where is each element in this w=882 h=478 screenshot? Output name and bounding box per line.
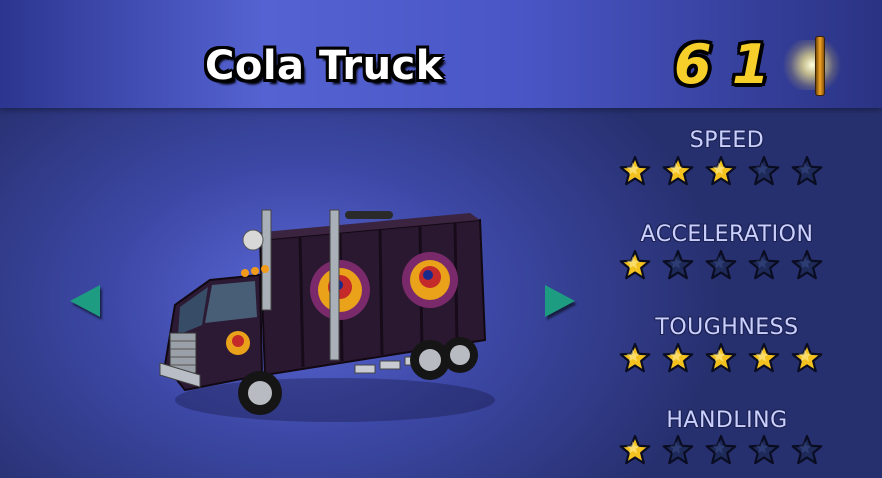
truck-image <box>159 209 495 422</box>
star-icon <box>791 342 823 373</box>
coin-icon <box>815 36 825 96</box>
stat-label-speed: SPEED <box>689 128 765 153</box>
star-icon <box>791 249 823 280</box>
star-icon <box>619 249 651 280</box>
star-icon <box>791 155 823 186</box>
left-arrow-icon[interactable] <box>70 285 100 317</box>
coin-counter: 6 1 <box>670 30 850 100</box>
star-icon <box>619 342 651 373</box>
stat-stars <box>618 433 838 469</box>
star-icon <box>662 249 694 280</box>
coin-digit: 1 <box>732 33 770 96</box>
stat-stars <box>618 248 838 284</box>
stat-stars <box>618 154 838 190</box>
vehicle-name: Cola Truck <box>205 43 443 89</box>
star-icon <box>748 155 780 186</box>
star-icon <box>705 249 737 280</box>
star-icon <box>748 249 780 280</box>
coin-digit: 6 <box>674 33 712 96</box>
right-arrow-icon[interactable] <box>545 285 575 317</box>
star-icon <box>748 342 780 373</box>
star-icon <box>705 155 737 186</box>
star-icon <box>748 434 780 465</box>
star-icon <box>662 155 694 186</box>
stat-label-toughness: TOUGHNESS <box>655 315 799 340</box>
star-icon <box>619 434 651 465</box>
star-icon <box>705 342 737 373</box>
stat-label-acceleration: ACCELERATION <box>640 222 814 247</box>
stat-stars <box>618 341 838 377</box>
star-icon <box>662 342 694 373</box>
star-icon <box>791 434 823 465</box>
star-icon <box>619 155 651 186</box>
coin-sparkle <box>782 40 842 90</box>
stat-label-handling: HANDLING <box>666 408 788 433</box>
star-icon <box>662 434 694 465</box>
star-icon <box>705 434 737 465</box>
